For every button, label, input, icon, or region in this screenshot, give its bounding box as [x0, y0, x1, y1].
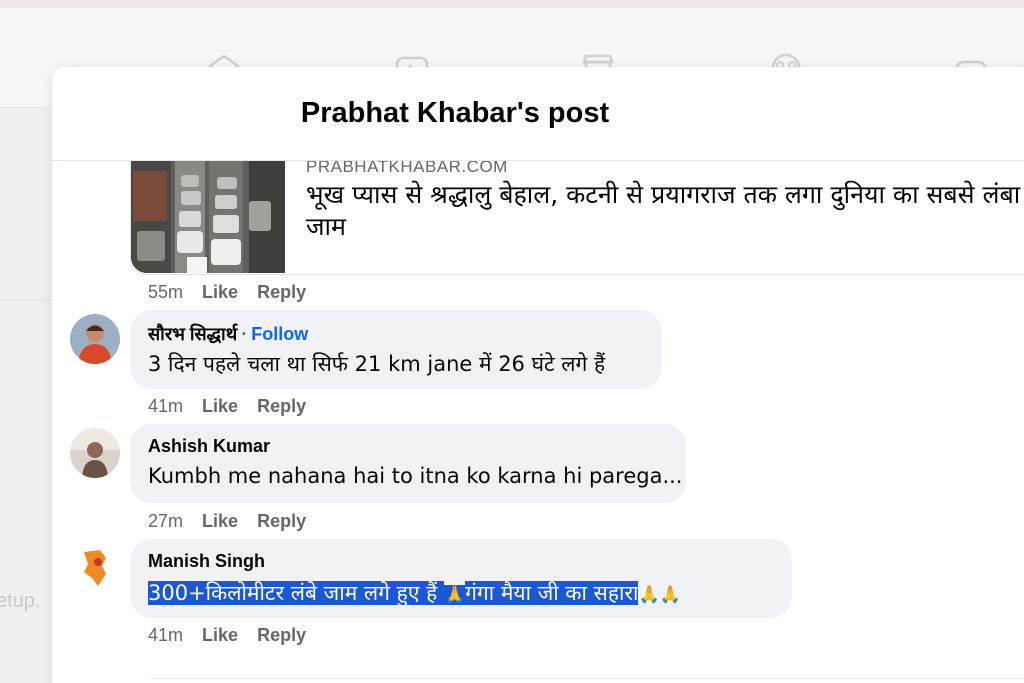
post-modal: Prabhat Khabar's post PRABHATKHABAR.COM … — [52, 67, 1024, 683]
comment-like-button[interactable]: Like — [202, 625, 238, 646]
comment-composer-edge[interactable] — [150, 678, 1024, 683]
comment-author-name[interactable]: सौरभ सिद्धार्थ — [148, 324, 237, 344]
comment-reply-button[interactable]: Reply — [257, 396, 306, 417]
follow-button[interactable]: Follow — [251, 324, 308, 344]
comment-like-button[interactable]: Like — [202, 396, 238, 417]
post-timestamp[interactable]: 55m — [148, 282, 183, 303]
comment-text: 300+किलोमीटर लंबे जाम लगे हुए हैं 🙏गंगा … — [148, 579, 774, 607]
comment-bubble: Ashish Kumar Kumbh me nahana hai to itna… — [130, 424, 686, 503]
comment-actions: 41m Like Reply — [148, 396, 306, 417]
comment-reply-button[interactable]: Reply — [257, 625, 306, 646]
comment-author-name[interactable]: Manish Singh — [148, 551, 774, 575]
avatar[interactable] — [70, 428, 120, 478]
modal-header: Prabhat Khabar's post — [52, 67, 1024, 161]
browser-top-strip — [0, 0, 1024, 8]
background-divider — [0, 300, 52, 301]
selected-text: गंगा मैया जी का सहारा — [465, 581, 639, 605]
comment-like-button[interactable]: Like — [202, 511, 238, 532]
post-reply-button[interactable]: Reply — [257, 282, 306, 303]
comment-actions: 41m Like Reply — [148, 625, 306, 646]
comment-timestamp[interactable]: 27m — [148, 511, 183, 532]
comment-author-name[interactable]: Ashish Kumar — [148, 436, 668, 460]
comment-timestamp[interactable]: 41m — [148, 625, 183, 646]
link-preview-domain: PRABHATKHABAR.COM — [306, 161, 508, 176]
comment-timestamp[interactable]: 41m — [148, 396, 183, 417]
modal-title: Prabhat Khabar's post — [300, 97, 610, 129]
folded-hands-emoji: 🙏🙏 — [638, 585, 681, 605]
comment-actions: 27m Like Reply — [148, 511, 306, 532]
link-preview-card[interactable]: PRABHATKHABAR.COM भूख प्यास से श्रद्धालु… — [130, 161, 1024, 275]
post-actions: 55m Like Reply — [148, 282, 306, 303]
background-sidebar-text: etup. — [0, 590, 41, 612]
avatar[interactable] — [70, 314, 120, 364]
selected-text: 300+किलोमीटर लंबे जाम लगे हुए हैं — [148, 581, 444, 605]
comment-author: सौरभ सिद्धार्थ · Follow — [148, 322, 644, 346]
post-like-button[interactable]: Like — [202, 282, 238, 303]
folded-hands-emoji: 🙏 — [443, 585, 466, 605]
avatar[interactable] — [70, 542, 120, 592]
follow-separator: · — [241, 324, 248, 344]
comment-text: Kumbh me nahana hai to itna ko karna hi … — [148, 464, 683, 488]
comment-bubble: सौरभ सिद्धार्थ · Follow 3 दिन पहले चला था … — [130, 310, 662, 389]
link-preview-title[interactable]: भूख प्यास से श्रद्धालु बेहाल, कटनी से प्… — [306, 179, 1024, 243]
comment-reply-button[interactable]: Reply — [257, 511, 306, 532]
comment-text: 3 दिन पहले चला था सिर्फ 21 km jane में 2… — [148, 352, 606, 376]
comment-bubble: Manish Singh 300+किलोमीटर लंबे जाम लगे ह… — [130, 539, 792, 618]
link-preview-thumbnail[interactable] — [131, 161, 285, 273]
